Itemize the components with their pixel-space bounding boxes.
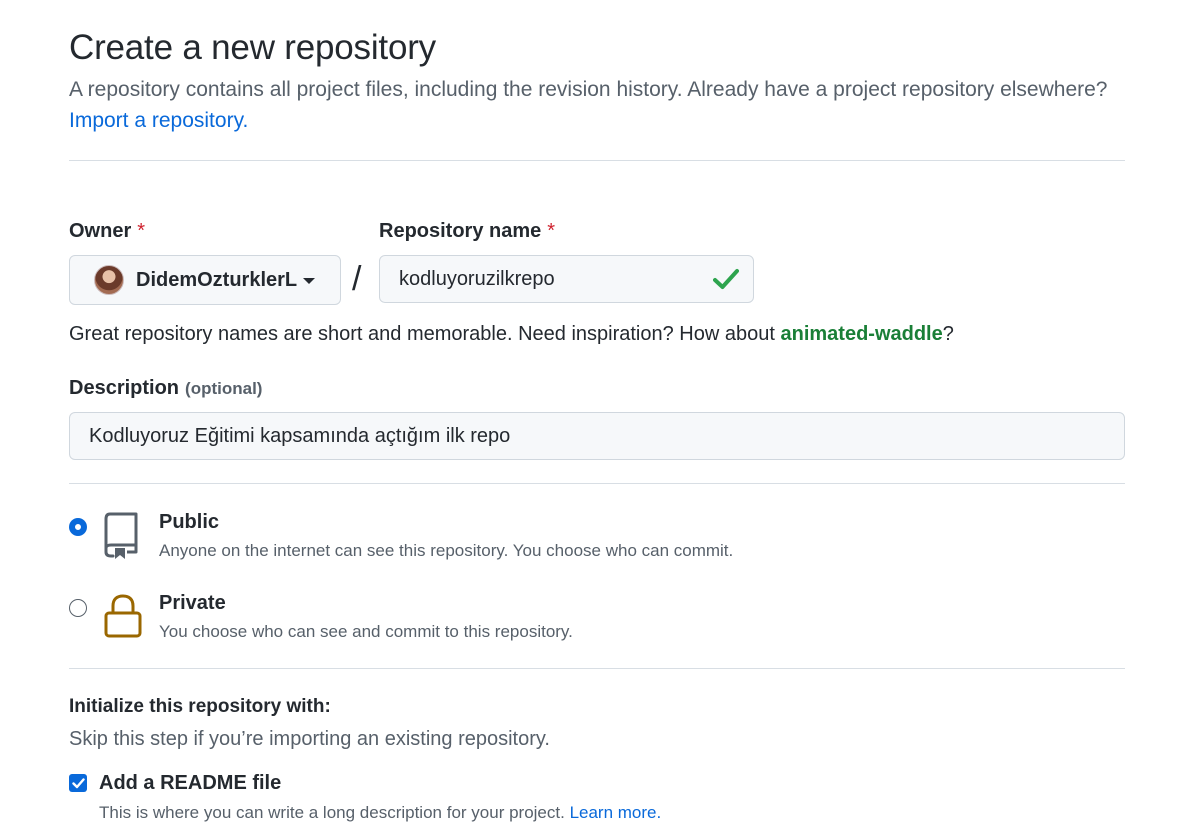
description-input[interactable]: Kodluyoruz Eğitimi kapsamında açtığım il… xyxy=(69,412,1125,460)
page-subtitle: A repository contains all project files,… xyxy=(69,78,1108,101)
repo-name-value: kodluyoruzilkrepo xyxy=(399,267,555,290)
description-label-text: Description xyxy=(69,377,180,399)
readme-label[interactable]: Add a README file xyxy=(99,772,281,795)
private-radio[interactable] xyxy=(69,599,87,617)
name-suggestion-link[interactable]: animated-waddle xyxy=(780,323,942,345)
page-title: Create a new repository xyxy=(69,28,436,67)
public-description: Anyone on the internet can see this repo… xyxy=(159,541,734,560)
visibility-divider xyxy=(69,668,1125,669)
checkmark-icon xyxy=(71,777,85,788)
hint-prefix: Great repository names are short and mem… xyxy=(69,323,781,345)
check-icon xyxy=(713,269,739,289)
description-value: Kodluyoruz Eğitimi kapsamında açtığım il… xyxy=(89,424,511,447)
learn-more-link[interactable]: Learn more. xyxy=(570,803,662,822)
description-optional-tag: (optional) xyxy=(185,379,263,398)
repo-name-input[interactable]: kodluyoruzilkrepo xyxy=(379,255,754,303)
repo-name-label-text: Repository name xyxy=(379,220,542,242)
import-repository-link[interactable]: Import a repository. xyxy=(69,109,248,133)
repo-name-label: Repository name * xyxy=(379,220,555,243)
readme-desc-text: This is where you can write a long descr… xyxy=(99,803,565,822)
caret-down-icon xyxy=(303,278,316,284)
repo-name-required-mark: * xyxy=(547,220,556,242)
description-label: Description (optional) xyxy=(69,377,262,400)
private-description: You choose who can see and commit to thi… xyxy=(159,622,573,641)
readme-checkbox[interactable] xyxy=(69,774,87,792)
private-title: Private xyxy=(159,592,226,614)
public-radio[interactable] xyxy=(70,519,86,535)
lock-icon xyxy=(104,594,142,638)
owner-repo-separator: / xyxy=(352,260,362,298)
owner-label-text: Owner xyxy=(69,220,132,242)
repo-icon xyxy=(104,512,138,559)
owner-select-button[interactable]: DidemOzturklerL xyxy=(69,255,341,305)
hint-suffix: ? xyxy=(942,323,954,345)
initialize-subtext: Skip this step if you’re importing an ex… xyxy=(69,728,550,750)
repo-name-hint: Great repository names are short and mem… xyxy=(69,323,954,346)
readme-description: This is where you can write a long descr… xyxy=(99,803,661,823)
owner-selected-name: DidemOzturklerL xyxy=(136,268,298,291)
header-divider xyxy=(69,160,1125,161)
initialize-heading: Initialize this repository with: xyxy=(69,696,331,717)
owner-label: Owner * xyxy=(69,220,145,243)
description-divider xyxy=(69,483,1125,484)
public-title: Public xyxy=(159,511,220,533)
avatar xyxy=(94,265,124,295)
owner-required-mark: * xyxy=(137,220,146,242)
